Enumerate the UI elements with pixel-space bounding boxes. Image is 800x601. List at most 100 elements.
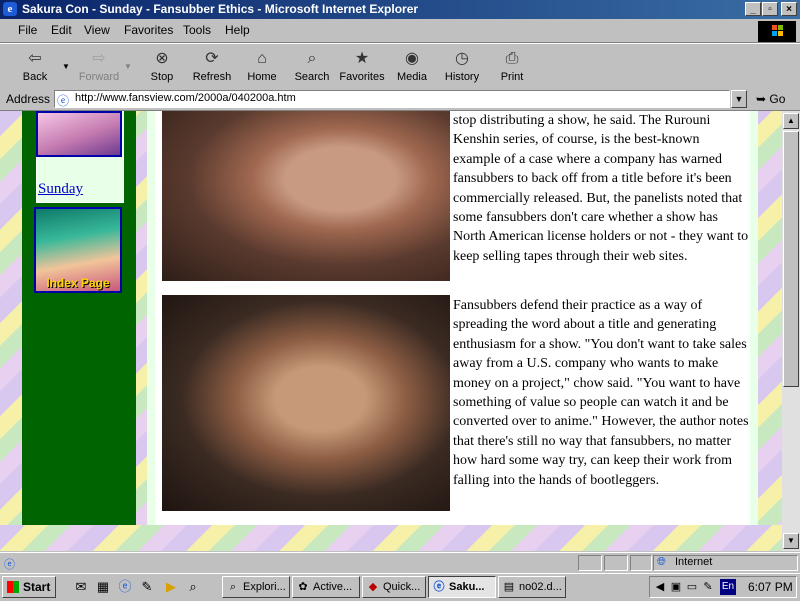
quick-app-icon: ◆ [368,581,378,593]
page-content: Sunday Index Page stop distributing a sh… [0,111,782,551]
go-arrow-icon: ➥ [756,92,767,106]
search-button[interactable]: ⌕ Search [287,47,337,87]
quicklaunch-search-icon[interactable]: ⌕ [184,578,202,596]
scroll-down-button[interactable]: ▼ [783,533,799,549]
back-dropdown-icon[interactable]: ▼ [62,62,70,71]
menu-edit[interactable]: Edit [51,23,72,37]
restore-button[interactable]: ▫ [762,2,778,16]
address-bar: Address ⓔ http://www.fansview.com/2000a/… [0,88,800,111]
minimize-button[interactable]: _ [745,2,761,16]
sunday-thumbnail-image[interactable] [36,111,122,157]
quicklaunch-app-icon[interactable]: ▦ [94,578,112,596]
stop-button[interactable]: ⊗ Stop [137,47,187,87]
tool-icon[interactable]: ✎ [700,579,716,595]
back-label: Back [22,71,48,83]
menu-bar: File Edit View Favorites Tools Help [0,19,800,43]
print-button[interactable]: ⎙ Print [487,47,537,87]
article-paragraph-1: stop distributing a show, he said. The R… [453,113,749,264]
home-label: Home [247,71,277,83]
zone-label: Internet [675,556,713,568]
background-pattern [0,525,782,551]
quicklaunch-media-icon[interactable]: ▶ [162,578,180,596]
ie-page-icon: ⓔ [433,581,445,593]
media-button[interactable]: ◉ Media [387,47,437,87]
media-label: Media [397,71,427,83]
status-pane [604,555,628,571]
stop-label: Stop [150,71,174,83]
close-button[interactable]: × [781,2,797,16]
search-label: Search [294,71,330,83]
address-url[interactable]: http://www.fansview.com/2000a/040200a.ht… [75,92,296,104]
taskbar-button-quick[interactable]: ◆ Quick... [362,576,426,598]
menu-help[interactable]: Help [225,23,250,37]
taskbar-button-no02[interactable]: ▤ no02.d... [498,576,566,598]
windows-flag-icon [772,25,783,36]
favorites-icon: ★ [354,50,370,67]
forward-button[interactable]: ⇨ Forward [74,47,124,87]
network-icon[interactable]: ▣ [668,579,684,595]
refresh-button[interactable]: ⟳ Refresh [187,47,237,87]
active-app-icon: ✿ [298,581,308,593]
forward-label: Forward [78,71,120,83]
forward-dropdown-icon[interactable]: ▼ [124,62,132,71]
favorites-button[interactable]: ★ Favorites [337,47,387,87]
forward-arrow-icon: ⇨ [92,50,106,67]
quicklaunch-pencil-icon[interactable]: ✎ [138,578,156,596]
favorites-label: Favorites [339,71,385,83]
back-button[interactable]: ⇦ Back [10,47,60,87]
menu-file[interactable]: File [18,23,37,37]
vertical-scrollbar[interactable]: ▲ ▼ [782,111,800,551]
stop-icon: ⊗ [155,50,169,67]
panelist-photo-1 [162,111,450,281]
address-input[interactable]: ⓔ http://www.fansview.com/2000a/040200a.… [54,90,730,108]
address-label: Address [6,92,51,106]
home-icon: ⌂ [257,50,267,67]
windows-logo-icon [7,581,19,593]
explorer-icon: ⌕ [229,581,237,593]
scroll-thumb[interactable] [783,131,799,387]
task-label: no02.d... [519,581,562,593]
task-label: Explori... [243,581,286,593]
menu-favorites[interactable]: Favorites [124,23,173,37]
search-icon: ⌕ [307,50,317,67]
refresh-label: Refresh [192,71,232,83]
article-paragraph-2: Fansubbers defend their practice as a wa… [453,298,749,488]
window-title: Sakura Con - Sunday - Fansubber Ethics -… [22,2,419,16]
print-icon: ⎙ [505,50,519,67]
quicklaunch-outlook-icon[interactable]: ✉ [72,578,90,596]
sunday-link[interactable]: Sunday [38,181,83,198]
home-button[interactable]: ⌂ Home [237,47,287,87]
monitor-icon[interactable]: ▭ [684,579,700,595]
toolbar: ⇦ Back ▼ ⇨ Forward ▼ ⊗ Stop ⟳ Refresh ⌂ … [0,43,800,89]
refresh-icon: ⟳ [205,50,219,67]
ie-logo-icon: e [3,2,17,16]
document-icon: ▤ [503,581,515,593]
taskbar-button-active[interactable]: ✿ Active... [292,576,360,598]
media-icon: ◉ [405,50,419,67]
start-label: Start [23,580,51,594]
task-label: Quick... [383,581,421,593]
taskbar-button-sakura[interactable]: ⓔ Saku... [428,576,496,598]
status-pane [630,555,652,571]
taskbar-button-explorer[interactable]: ⌕ Explori... [222,576,290,598]
menu-view[interactable]: View [84,23,110,37]
go-label: Go [769,92,786,106]
go-button[interactable]: ➥ Go [756,92,785,106]
start-button[interactable]: Start [2,576,56,598]
address-dropdown-button[interactable]: ▼ [731,90,747,108]
quicklaunch-ie-icon[interactable]: ⓔ [116,578,134,596]
task-label: Active... [313,581,353,593]
language-indicator[interactable]: En [720,579,736,595]
scroll-up-button[interactable]: ▲ [783,113,799,129]
menu-tools[interactable]: Tools [183,23,211,37]
index-page-label[interactable]: Index Page [34,276,122,290]
title-bar[interactable]: e Sakura Con - Sunday - Fansubber Ethics… [0,0,800,19]
history-label: History [444,71,480,83]
clock[interactable]: 6:07 PM [748,580,793,594]
volume-icon[interactable]: ◀ [652,579,668,595]
internet-globe-icon: 🌐︎ [657,556,666,568]
status-pane [578,555,602,571]
status-page-icon: ⓔ [4,559,15,571]
history-button[interactable]: ◷ History [437,47,487,87]
back-arrow-icon: ⇦ [28,50,42,67]
